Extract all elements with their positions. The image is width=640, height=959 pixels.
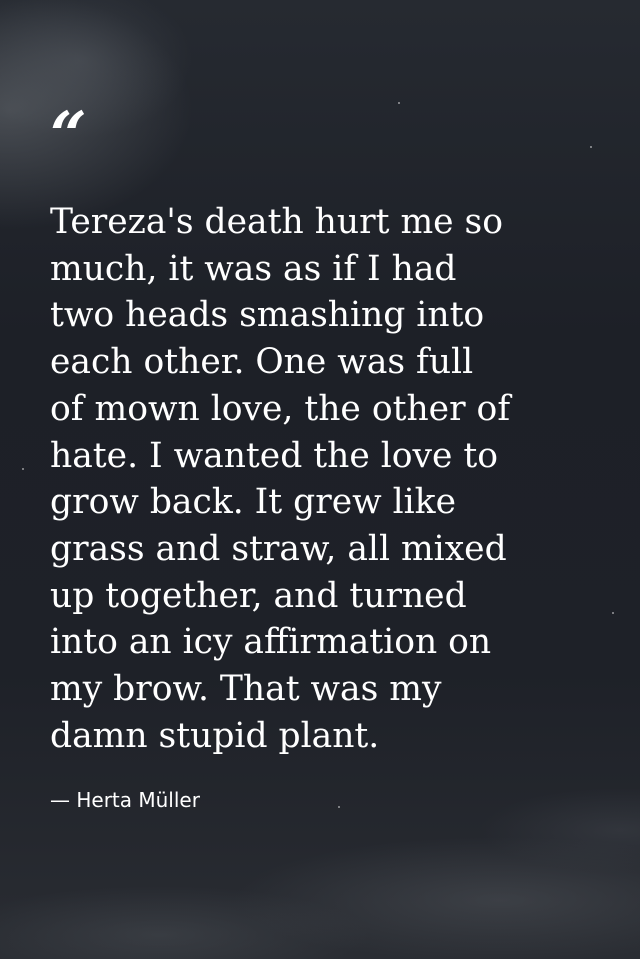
- quote-attribution: — Herta Müller: [50, 788, 200, 812]
- star: [590, 146, 592, 148]
- star: [338, 806, 340, 808]
- star: [398, 102, 400, 104]
- quote-mark-icon: “: [50, 98, 87, 173]
- star: [612, 612, 614, 614]
- star: [22, 468, 24, 470]
- quote-text: Tereza's death hurt me so much, it was a…: [50, 202, 511, 756]
